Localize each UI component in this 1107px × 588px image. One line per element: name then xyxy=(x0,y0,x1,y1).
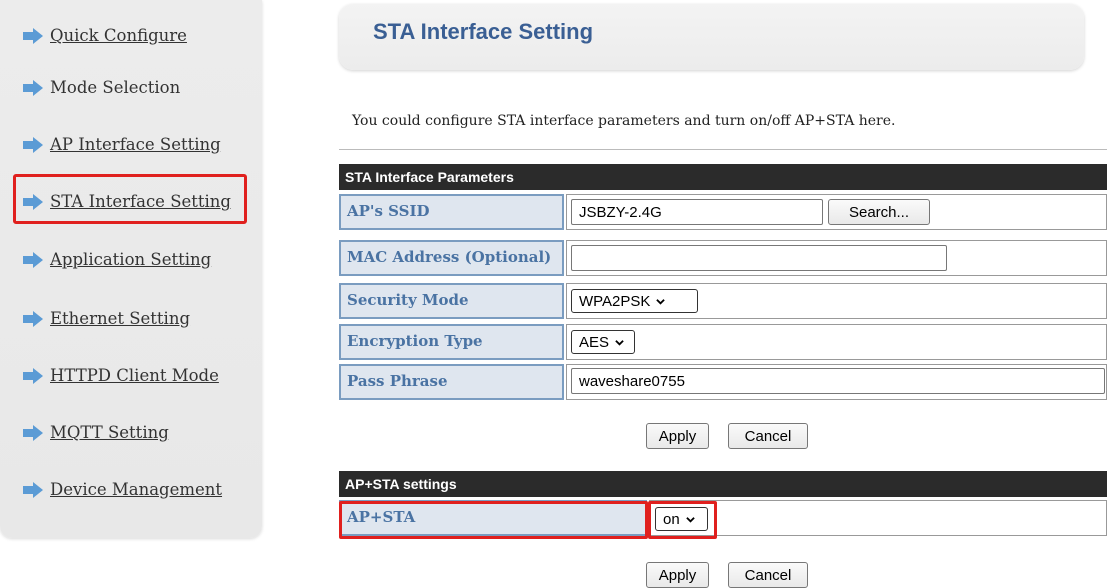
encryption-label: Encryption Type xyxy=(339,324,564,360)
sidebar-item-application[interactable]: Application Setting xyxy=(22,250,211,269)
sidebar-item-label[interactable]: AP Interface Setting xyxy=(50,135,221,154)
pass-label: Pass Phrase xyxy=(339,364,564,400)
arrow-right-icon xyxy=(23,424,43,441)
sidebar-item-device-management[interactable]: Device Management xyxy=(22,480,222,499)
apsta-apply-button[interactable]: Apply xyxy=(646,562,709,588)
apsta-cancel-button[interactable]: Cancel xyxy=(728,562,808,588)
arrow-right-icon xyxy=(23,136,43,153)
apsta-select-highlight xyxy=(648,501,717,539)
divider xyxy=(339,149,1107,150)
sidebar-item-ap-interface[interactable]: AP Interface Setting xyxy=(22,135,221,154)
security-mode-value: WPA2PSK xyxy=(579,292,651,310)
ssid-label: AP's SSID xyxy=(339,194,564,230)
sta-apply-button[interactable]: Apply xyxy=(646,423,709,449)
sidebar-item-label[interactable]: Application Setting xyxy=(50,250,211,269)
apsta-header: AP+STA settings xyxy=(339,471,1107,497)
page-description: You could configure STA interface parame… xyxy=(352,113,896,129)
sidebar-item-mode-selection[interactable]: Mode Selection xyxy=(22,78,180,97)
sidebar-item-label[interactable]: Quick Configure xyxy=(50,26,187,45)
sidebar-item-httpd-client[interactable]: HTTPD Client Mode xyxy=(22,366,219,385)
mac-row: MAC Address (Optional) xyxy=(339,240,1107,276)
arrow-right-icon xyxy=(23,251,43,268)
apsta-label-highlight xyxy=(339,501,648,539)
search-button[interactable]: Search... xyxy=(828,199,930,225)
encryption-row: Encryption Type AES xyxy=(339,324,1107,360)
sidebar-item-mqtt[interactable]: MQTT Setting xyxy=(22,423,169,442)
chevron-down-icon xyxy=(656,298,666,305)
sidebar-item-label[interactable]: MQTT Setting xyxy=(50,423,169,442)
selected-item-highlight xyxy=(13,174,247,224)
encryption-type-select[interactable]: AES xyxy=(571,330,635,354)
security-mode-select[interactable]: WPA2PSK xyxy=(571,289,698,313)
security-label: Security Mode xyxy=(339,283,564,319)
ssid-input[interactable] xyxy=(571,199,823,225)
sidebar-item-label[interactable]: HTTPD Client Mode xyxy=(50,366,219,385)
ssid-row: AP's SSID Search... xyxy=(339,194,1107,230)
mac-label: MAC Address (Optional) xyxy=(339,240,564,276)
sidebar-item-quick-configure[interactable]: Quick Configure xyxy=(22,26,187,45)
apsta-cell: on xyxy=(649,500,1107,536)
sidebar-item-label[interactable]: Ethernet Setting xyxy=(50,309,190,328)
pass-phrase-input[interactable] xyxy=(571,368,1105,394)
pass-row: Pass Phrase xyxy=(339,364,1107,400)
sidebar-item-ethernet[interactable]: Ethernet Setting xyxy=(22,309,190,328)
encryption-cell: AES xyxy=(566,324,1107,360)
arrow-right-icon xyxy=(23,79,43,96)
mac-input[interactable] xyxy=(571,245,947,271)
security-cell: WPA2PSK xyxy=(566,283,1107,319)
page-title-box: STA Interface Setting xyxy=(339,4,1084,70)
ssid-cell: Search... xyxy=(566,194,1107,230)
sta-cancel-button[interactable]: Cancel xyxy=(728,423,808,449)
mac-cell xyxy=(566,240,1107,276)
sidebar-item-label[interactable]: Device Management xyxy=(50,480,222,499)
arrow-right-icon xyxy=(23,310,43,327)
arrow-right-icon xyxy=(23,481,43,498)
arrow-right-icon xyxy=(23,367,43,384)
sta-params-header: STA Interface Parameters xyxy=(339,164,1107,190)
arrow-right-icon xyxy=(23,27,43,44)
encryption-type-value: AES xyxy=(579,333,610,351)
page-title: STA Interface Setting xyxy=(373,19,594,44)
sidebar: Quick Configure Mode Selection AP Interf… xyxy=(0,0,262,538)
pass-cell xyxy=(566,364,1107,400)
sidebar-item-label[interactable]: Mode Selection xyxy=(50,78,180,97)
security-row: Security Mode WPA2PSK xyxy=(339,283,1107,319)
chevron-down-icon xyxy=(615,339,624,346)
